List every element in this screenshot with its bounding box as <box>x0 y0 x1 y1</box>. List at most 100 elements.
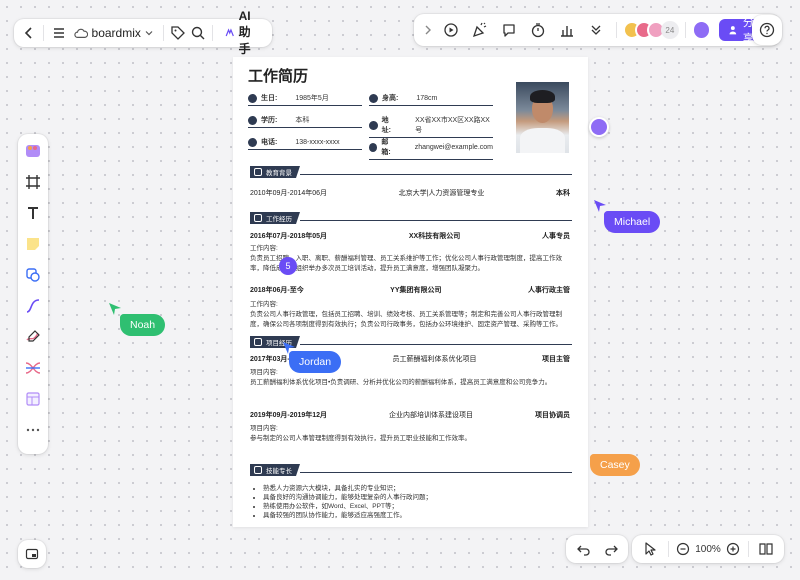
minimap-icon <box>25 548 39 560</box>
select-cursor-icon[interactable] <box>638 535 662 563</box>
book-icon[interactable] <box>754 535 778 563</box>
collaborator-count: 24 <box>660 21 679 39</box>
job-title: 人事专员 <box>542 233 570 240</box>
job-content-label: 工作内容: <box>250 301 278 308</box>
help-button[interactable] <box>752 15 782 45</box>
connector-icon[interactable] <box>20 293 46 319</box>
project-period: 2019年09月-2019年12月 <box>250 412 328 419</box>
chevron-down-icon <box>145 31 153 36</box>
zoom-in-icon[interactable] <box>725 535 742 563</box>
minimap-button[interactable] <box>18 540 46 568</box>
info-birthday: 生日: 1985年5月 <box>248 93 362 106</box>
ai-assistant-button[interactable]: AI助手 <box>219 9 266 57</box>
zoom-level[interactable]: 100% <box>693 544 723 555</box>
section-header-projects: 项目经历 <box>250 336 572 348</box>
education-period: 2010年09月-2014年06月 <box>250 190 328 197</box>
menu-icon[interactable] <box>50 19 67 47</box>
left-tool-sidebar <box>18 134 48 454</box>
chevron-right-icon[interactable] <box>420 16 436 44</box>
education-row: 2010年09月-2014年06月 北京大学|人力资源管理专业 本科 <box>250 188 570 198</box>
pen-icon[interactable] <box>20 324 46 350</box>
section-tag: 工作经历 <box>250 212 300 224</box>
templates-icon[interactable] <box>20 138 46 164</box>
project-name: 员工薪酬福利体系优化项目 <box>392 356 477 363</box>
back-icon[interactable] <box>20 19 37 47</box>
job-content: 工作内容: 负责员工招聘、入职、离职、薪酬福利管理、员工关系维护等工作；优化公司… <box>250 244 572 274</box>
section-line <box>300 472 572 473</box>
current-user-avatar[interactable] <box>691 20 712 40</box>
celebrate-icon[interactable] <box>467 16 494 44</box>
info-label: 邮箱: <box>381 139 391 156</box>
resume-title: 工作简历 <box>248 68 309 85</box>
gear-icon <box>254 466 262 474</box>
section-tag: 教育背景 <box>250 166 300 178</box>
job-row: 2016年07月-2018年05月 XX科技有限公司 人事专员 <box>250 231 570 241</box>
section-title: 技能专长 <box>266 468 292 475</box>
tag-icon[interactable] <box>170 19 187 47</box>
collaborator-avatar[interactable] <box>589 117 609 137</box>
list-item: 熟悉人力资源六大模块，具备扎实的专业知识； <box>263 484 555 493</box>
education-school: 北京大学|人力资源管理专业 <box>398 190 485 197</box>
section-title: 教育背景 <box>266 170 292 177</box>
avatar <box>591 119 607 135</box>
graduation-icon <box>248 115 257 125</box>
project-role: 项目协调员 <box>535 412 570 419</box>
calendar-icon <box>248 93 257 103</box>
top-left-toolbar: boardmix AI助手 <box>14 9 272 56</box>
info-value: 1985年5月 <box>295 95 329 102</box>
undo-icon[interactable] <box>570 535 597 563</box>
cloud-icon <box>73 28 88 38</box>
text-icon[interactable] <box>20 200 46 226</box>
job-title: 人事行政主管 <box>527 287 570 294</box>
job-content-text: 负责员工招聘、入职、离职、薪酬福利管理、员工关系维护等工作；优化公司人事行政管理… <box>250 255 562 272</box>
info-phone: 电话: 138-xxxx-xxxx <box>248 137 362 150</box>
info-label: 学历: <box>261 117 278 124</box>
divider <box>667 541 669 557</box>
project-role: 项目主管 <box>542 356 570 363</box>
list-item: 具备较强的团队协作能力，能够适应高强度工作。 <box>263 511 555 520</box>
ai-logo-icon <box>225 28 234 37</box>
more-tools-icon[interactable] <box>20 417 46 443</box>
add-user-icon <box>729 26 737 35</box>
cursor-noah-icon <box>109 303 121 315</box>
layers-icon <box>254 214 262 222</box>
board-name-dropdown[interactable]: boardmix <box>70 26 157 40</box>
search-icon[interactable] <box>189 19 206 47</box>
education-degree: 本科 <box>555 190 570 197</box>
section-header-education: 教育背景 <box>250 166 572 178</box>
shapes-icon[interactable] <box>20 262 46 288</box>
zoom-out-icon[interactable] <box>674 535 691 563</box>
location-icon <box>369 120 378 130</box>
height-icon <box>369 93 378 103</box>
job-period: 2018年06月-至今 <box>250 287 304 294</box>
comment-count-badge[interactable]: 5 <box>279 257 297 275</box>
double-chevron-down-icon[interactable] <box>583 16 610 44</box>
cursor-label-michael: Michael <box>604 211 661 233</box>
job-content: 工作内容: 负责公司人事行政管理，包括员工招聘、培训、绩效考核、员工关系管理等；… <box>250 300 572 330</box>
divider <box>212 25 214 41</box>
table-icon[interactable] <box>20 386 46 412</box>
comment-icon[interactable] <box>496 16 523 44</box>
frame-icon[interactable] <box>20 169 46 195</box>
job-row: 2018年06月-至今 YY集团有限公司 人事行政主管 <box>250 285 570 295</box>
info-value: XX省XX市XX区XX路XX号 <box>415 117 490 134</box>
brand-label: boardmix <box>91 26 141 40</box>
info-label: 生日: <box>261 95 278 102</box>
resume-document[interactable]: 工作简历 生日: 1985年5月 身高: 178cm 学历: 本科 地址: XX省XX市… <box>233 57 588 527</box>
sticky-note-icon[interactable] <box>20 231 46 257</box>
collaborator-avatars[interactable]: 24 <box>622 21 679 39</box>
info-label: 地址: <box>381 117 391 134</box>
job-company: XX科技有限公司 <box>408 233 461 240</box>
vote-icon[interactable] <box>554 16 581 44</box>
timer-icon[interactable] <box>525 16 552 44</box>
job-period: 2016年07月-2018年05月 <box>250 233 328 240</box>
section-header-work: 工作经历 <box>250 212 572 224</box>
info-education: 学历: 本科 <box>248 115 362 128</box>
divider <box>43 25 45 41</box>
project-content: 项目内容: 参与制定的公司人事管理制度得到有效执行，提升员工职业技能和工作效率。 <box>250 424 572 444</box>
present-icon[interactable] <box>438 16 465 44</box>
mindmap-icon[interactable] <box>20 355 46 381</box>
redo-icon[interactable] <box>597 535 624 563</box>
divider <box>747 541 749 557</box>
info-label: 身高: <box>382 95 399 102</box>
